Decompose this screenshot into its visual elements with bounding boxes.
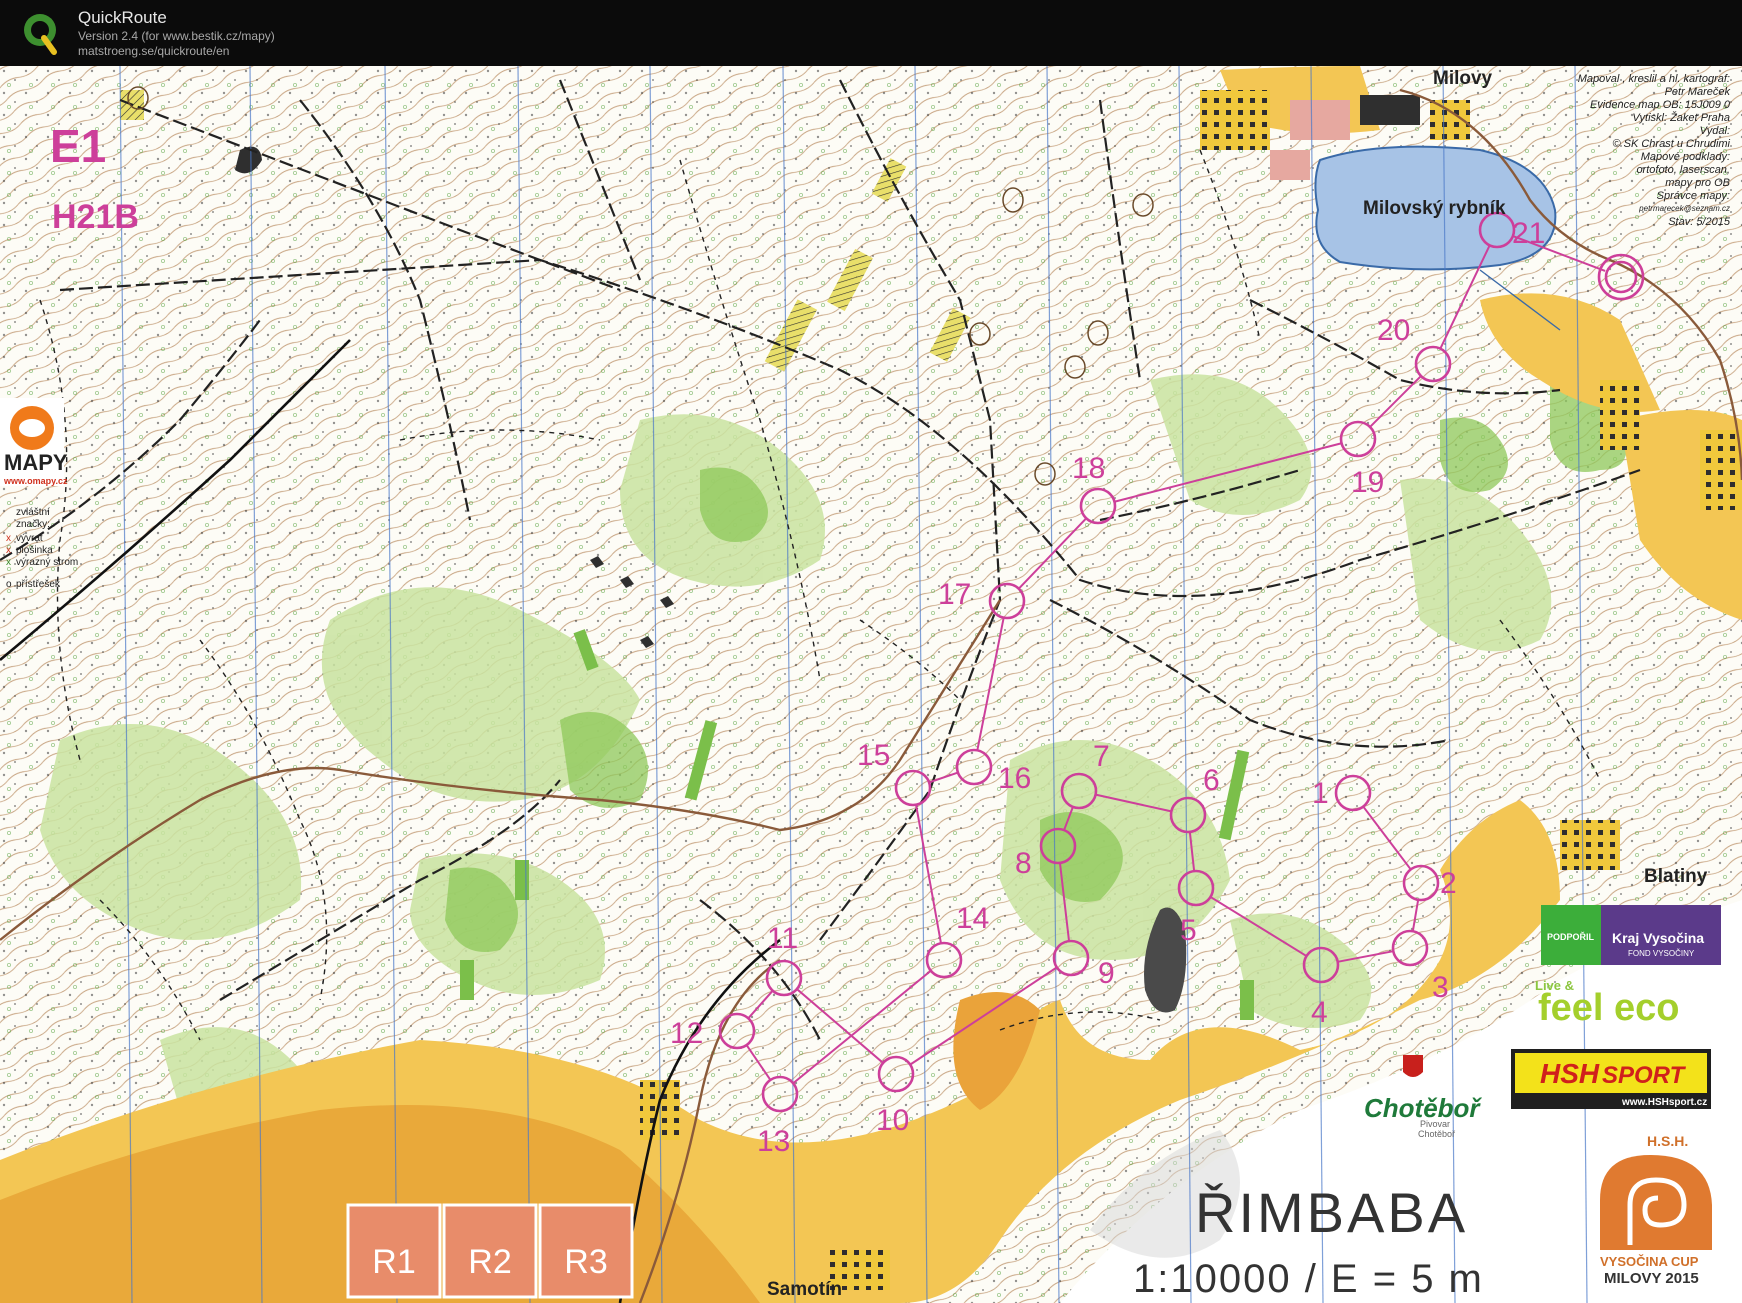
credit-line: Správce mapy: (1657, 190, 1730, 202)
legend-label: vývrat (16, 533, 43, 544)
credit-line: petrmarecek@seznam.cz (1638, 204, 1730, 213)
route-button-label: R3 (564, 1243, 607, 1281)
chotebor-sub2: Chotěboř (1418, 1129, 1456, 1139)
control-number: 7 (1093, 740, 1110, 773)
credit-line: Petr Mareček (1665, 86, 1731, 98)
sponsor-kraj-vysocina: PODPOŘIL Kraj Vysočina FOND VYSOČINY (1541, 905, 1721, 965)
omapy-url: www.omapy.cz (3, 476, 68, 486)
control-number: 1 (1312, 777, 1329, 810)
credit-line: Vytiskl: Žaket Praha (1632, 111, 1730, 124)
control-number: 20 (1377, 314, 1410, 347)
cup-spiral-icon (1600, 1155, 1712, 1250)
legend-symbol: x (6, 557, 11, 568)
quickroute-logo-icon (24, 14, 57, 55)
cup-name: VYSOČINA CUP (1600, 1254, 1699, 1269)
route-button-label: R2 (468, 1243, 511, 1281)
control-number: 9 (1098, 957, 1115, 990)
legend-title: značky: (16, 519, 50, 530)
route-button-r1[interactable]: R1 (346, 1203, 442, 1299)
map-scale: 1:10000 / E = 5 m (1133, 1257, 1484, 1301)
course-class: H21B (52, 198, 139, 236)
hsh-script: SPORT (1602, 1062, 1687, 1089)
control-number: 4 (1311, 996, 1328, 1029)
village-label-samotin: Samotín (767, 1279, 842, 1300)
legend-label: přístřešek (16, 579, 61, 590)
lake-label: Milovský rybník (1363, 198, 1506, 219)
legend-symbol: o (6, 579, 12, 590)
credit-line: Stav: 5/2015 (1668, 216, 1731, 228)
course-code: E1 (50, 120, 106, 172)
legend-label: plošinka (16, 545, 53, 556)
orienteering-map[interactable]: 1 2 3 4 5 6 7 8 9 10 11 12 13 14 15 16 17 18 19 20 21 E1 H21… (0, 66, 1742, 1303)
control-number: 12 (670, 1017, 703, 1050)
credit-line: Evidence map OB: 15J009 0 (1590, 99, 1731, 111)
legend-symbol: x (6, 533, 11, 544)
control-number: 13 (757, 1125, 790, 1158)
cup-top: H.S.H. (1647, 1133, 1688, 1149)
credit-line: Mapové podklady: (1641, 151, 1730, 163)
credit-line: ortofoto, laserscan, (1636, 164, 1730, 176)
control-number: 5 (1180, 914, 1197, 947)
credit-line: Vydal: (1700, 125, 1730, 137)
control-number: 6 (1203, 764, 1220, 797)
kraj-podporil: PODPOŘIL (1547, 931, 1595, 942)
legend-title: zvláštní (16, 507, 50, 518)
map-title: ŘIMBABA (1195, 1181, 1468, 1244)
control-number: 11 (767, 922, 798, 955)
control-number: 21 (1512, 217, 1545, 250)
control-number: 17 (938, 578, 971, 611)
credit-line: mapy pro OB (1665, 177, 1730, 189)
app-name: QuickRoute (78, 8, 167, 27)
control-number: 18 (1072, 452, 1105, 485)
hsh-url: www.HSHsport.cz (1621, 1097, 1707, 1108)
control-number: 14 (956, 902, 989, 935)
route-button-label: R1 (372, 1243, 415, 1281)
kraj-fond: FOND VYSOČINY (1628, 949, 1695, 958)
route-buttons: R1 R2 R3 (346, 1203, 634, 1299)
credit-line: Mapoval , kreslil a hl. kartograf: (1578, 73, 1730, 85)
hsh-main: HSH (1540, 1058, 1600, 1089)
control-number: 2 (1440, 867, 1457, 900)
village-label-milovy: Milovy (1433, 68, 1493, 89)
control-number: 8 (1015, 847, 1032, 880)
route-button-r2[interactable]: R2 (442, 1203, 538, 1299)
control-number: 10 (876, 1104, 909, 1137)
kraj-name: Kraj Vysočina (1612, 930, 1704, 946)
credit-line: © SK Chrast u Chrudimi (1612, 138, 1730, 150)
feel-main: feel eco (1538, 987, 1680, 1029)
app-url: matstroeng.se/quickroute/en (78, 44, 230, 58)
legend-label: výrazný strom (16, 557, 78, 568)
control-number: 16 (998, 762, 1031, 795)
chotebor-sub1: Pivovar (1420, 1119, 1450, 1129)
route-button-r3[interactable]: R3 (538, 1203, 634, 1299)
app-version: Version 2.4 (for www.bestik.cz/mapy) (78, 29, 275, 43)
sponsor-hsh-sport: HSH SPORT www.HSHsport.cz (1511, 1049, 1711, 1109)
title-bar: QuickRoute Version 2.4 (for www.bestik.c… (0, 0, 1742, 66)
control-number: 15 (857, 739, 890, 772)
control-number: 3 (1432, 971, 1449, 1004)
chotebor-shield-icon (1403, 1055, 1423, 1077)
omapy-brand: MAPY (4, 450, 68, 475)
legend-symbol: x (6, 545, 11, 556)
village-label-blatiny: Blatiny (1644, 866, 1708, 887)
control-number: 19 (1351, 466, 1384, 499)
cup-place: MILOVY 2015 (1604, 1270, 1699, 1287)
